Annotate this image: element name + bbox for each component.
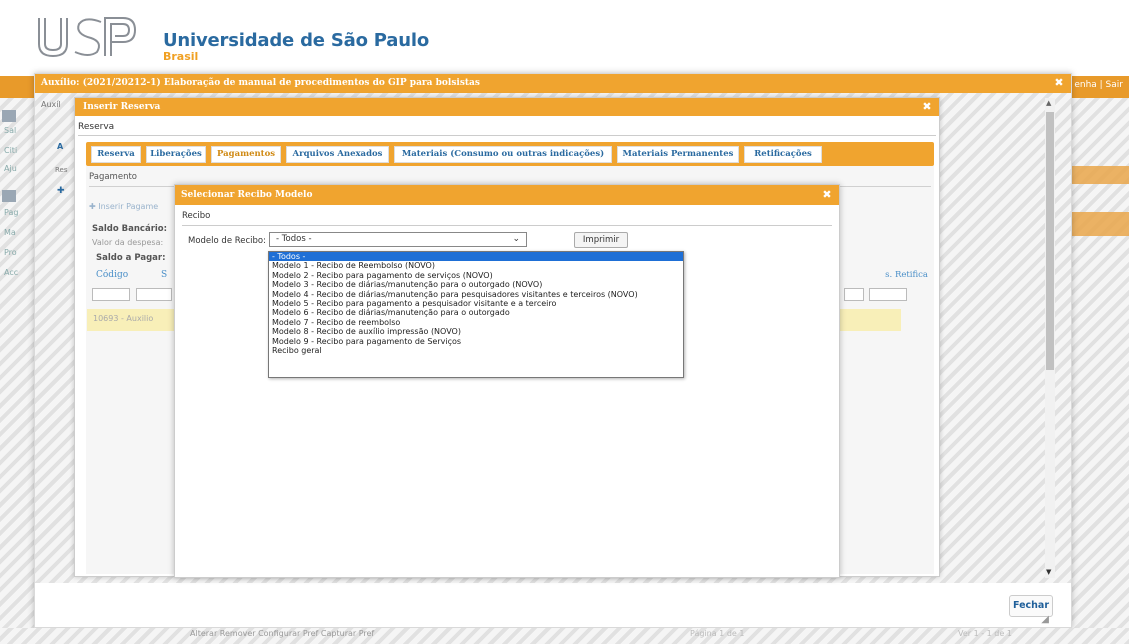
outer-scrollbar[interactable]: ▲ ▼ (1045, 98, 1055, 578)
inserir-pagamento-label: Inserir Pagame (98, 202, 159, 211)
university-name: Universidade de São Paulo (163, 30, 430, 51)
option-item[interactable]: Modelo 4 - Recibo de diárias/manutenção … (269, 290, 683, 299)
background-box (2, 190, 16, 202)
option-item[interactable]: Recibo geral (269, 346, 683, 355)
background-right-strip (1067, 98, 1129, 628)
scroll-thumb[interactable] (1046, 112, 1054, 370)
tab-materiais-permanentes[interactable]: Materiais Permanentes (617, 146, 739, 163)
usp-logo (38, 17, 137, 58)
auxilio-sidebar: Auxíl A Res ✚ (39, 98, 68, 568)
imprimir-button[interactable]: Imprimir (574, 232, 628, 248)
background-label: Pag (4, 208, 19, 217)
modelo-recibo-select[interactable]: - Todos - ⌄ (269, 232, 527, 247)
filter-input[interactable] (92, 288, 130, 301)
background-label: Sal (4, 126, 17, 135)
close-icon[interactable]: ✖ (821, 189, 833, 201)
tab-materiais-consumo[interactable]: Materiais (Consumo ou outras indicações) (394, 146, 612, 163)
tab-reserva[interactable]: Reserva (91, 146, 141, 163)
inserir-reserva-title: Inserir Reserva (75, 98, 939, 116)
tab-pagamentos[interactable]: Pagamentos (211, 146, 281, 163)
background-label: Pro (4, 248, 17, 257)
close-icon[interactable]: ✖ (921, 101, 933, 113)
close-icon[interactable]: ✖ (1053, 77, 1065, 89)
column-header-s[interactable]: S (161, 270, 167, 280)
valor-despesa-label: Valor da despesa: (92, 238, 164, 247)
option-item[interactable]: Modelo 3 - Recibo de diárias/manutenção … (269, 280, 683, 289)
background-tile (1067, 212, 1129, 236)
selecionar-recibo-title: Selecionar Recibo Modelo (175, 185, 839, 205)
bottom-actions: Alterar Remover Configurar Pref Capturar… (190, 629, 375, 638)
column-header-codigo[interactable]: Código (96, 270, 128, 280)
option-item[interactable]: - Todos - (269, 252, 683, 262)
scroll-down-icon[interactable]: ▼ (1046, 568, 1051, 576)
option-item[interactable]: Modelo 6 - Recibo de diárias/manutenção … (269, 308, 683, 317)
filter-input[interactable] (869, 288, 907, 301)
modelo-recibo-label: Modelo de Recibo: (188, 236, 266, 246)
option-item[interactable]: Modelo 2 - Recibo para pagamento de serv… (269, 271, 683, 280)
reserva-tabs: Reserva Liberações Pagamentos Arquivos A… (86, 142, 934, 166)
divider (182, 225, 832, 226)
site-header: Universidade de São Paulo Brasil (0, 0, 1129, 76)
background-label: Acc (4, 268, 19, 277)
row-label: 10693 - Auxilio (93, 314, 154, 323)
recibo-section-label: Recibo (182, 211, 211, 221)
column-header-retifica[interactable]: s. Retifica (885, 270, 928, 280)
bottom-count: Ver 1 - 1 de 1 (958, 629, 1012, 638)
option-item[interactable]: Modelo 5 - Recibo para pagamento a pesqu… (269, 299, 683, 308)
auxilio-dialog-title: Auxílio: (2021/20212-1) Elaboração de ma… (35, 74, 1071, 93)
tab-liberacoes[interactable]: Liberações (146, 146, 206, 163)
pagamento-label: Pagamento (89, 172, 137, 182)
divider (78, 135, 936, 136)
tab-arquivos-anexados[interactable]: Arquivos Anexados (286, 146, 389, 163)
bottom-pager: Página 1 de 1 (690, 629, 745, 638)
inserir-pagamento-link[interactable]: ✚ Inserir Pagame (89, 202, 158, 211)
modelo-recibo-value: - Todos - (276, 234, 312, 244)
saldo-bancario-label: Saldo Bancário: (92, 224, 168, 234)
option-item[interactable]: Modelo 8 - Recibo de auxílio impressão (… (269, 327, 683, 336)
background-box (2, 110, 16, 122)
tab-retificacoes[interactable]: Retificações (744, 146, 822, 163)
add-icon[interactable]: ✚ (57, 186, 65, 196)
sidebar-label: Auxíl (41, 100, 61, 109)
sidebar-label: Res (55, 166, 68, 174)
university-country: Brasil (163, 50, 199, 63)
sidebar-label[interactable]: A (57, 142, 63, 151)
filter-input[interactable] (844, 288, 864, 301)
selecionar-recibo-dialog: Selecionar Recibo Modelo ✖ Recibo Modelo… (174, 184, 840, 578)
saldo-pagar-label: Saldo a Pagar: (96, 253, 166, 263)
option-item[interactable]: Modelo 7 - Recibo de reembolso (269, 318, 683, 327)
modelo-recibo-options: - Todos - Modelo 1 - Recibo de Reembolso… (268, 251, 684, 378)
option-item[interactable]: Modelo 1 - Recibo de Reembolso (NOVO) (269, 261, 683, 270)
background-bottom-bar: Alterar Remover Configurar Pref Capturar… (0, 628, 1129, 644)
filter-input[interactable] (136, 288, 172, 301)
background-label: Citi (4, 146, 18, 155)
background-label: Aju (4, 164, 17, 173)
scroll-up-icon[interactable]: ▲ (1046, 99, 1051, 107)
add-icon: ✚ (89, 202, 96, 211)
top-links[interactable]: enha | Sair (1074, 80, 1123, 90)
chevron-down-icon: ⌄ (512, 234, 520, 244)
background-left-strip: Sal Citi Aju Pag Ma Pro Acc (0, 98, 36, 628)
background-tile (1067, 166, 1129, 184)
option-item[interactable]: Modelo 9 - Recibo para pagamento de Serv… (269, 337, 683, 346)
resize-grip-icon[interactable]: ◢ (1041, 614, 1049, 625)
background-label: Ma (4, 228, 16, 237)
reserva-section-label: Reserva (78, 122, 115, 132)
